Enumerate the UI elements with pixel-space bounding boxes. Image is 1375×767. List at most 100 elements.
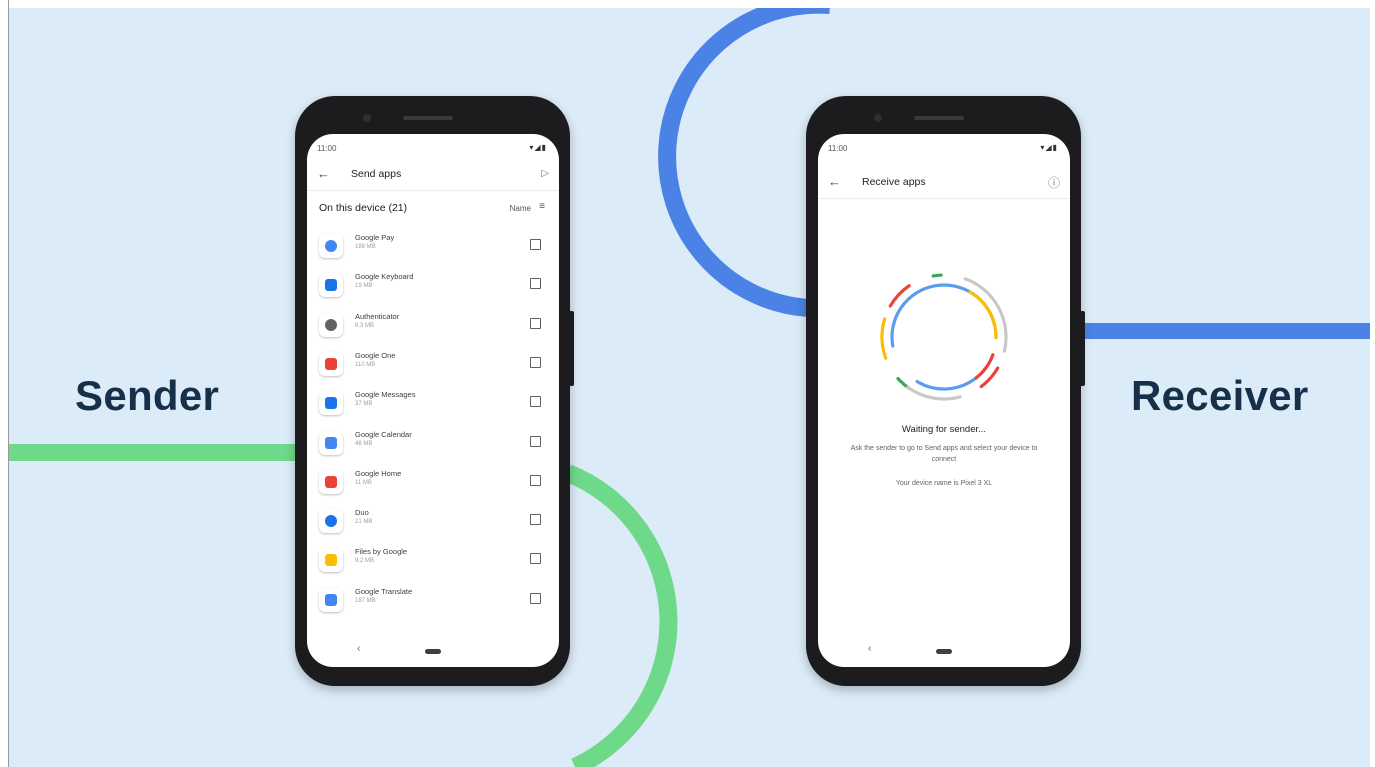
frame-right: [1370, 0, 1375, 767]
spinner-inner-red: [890, 283, 998, 391]
spinner-outer-green: [880, 273, 1008, 401]
app-name: Google One: [355, 350, 396, 360]
app-checkbox[interactable]: [530, 474, 541, 486]
blue-line: [1078, 323, 1375, 339]
app-checkbox[interactable]: [530, 317, 541, 329]
spinner-outer-grey: [880, 273, 1008, 401]
app-name: Duo: [355, 508, 369, 518]
status-icons: ▾◢▮: [529, 143, 547, 152]
frame-left: [0, 0, 9, 767]
back-icon[interactable]: ←: [828, 174, 841, 189]
list-item[interactable]: Google Keyboard 19 MB: [307, 269, 559, 308]
waiting-spinner-icon: [880, 273, 1008, 401]
receiver-screen: 11:00 ▾◢▮ ← Receive apps ⓘ Waiting for s…: [818, 134, 1070, 667]
app-checkbox[interactable]: [530, 592, 541, 604]
list-item[interactable]: Google Calendar 48 MB: [307, 427, 559, 466]
earpiece-speaker: [403, 116, 453, 120]
earpiece-speaker: [914, 116, 964, 120]
green-arc: [564, 464, 678, 767]
app-size: 37 MB: [355, 401, 373, 408]
nav-back-icon[interactable]: ‹: [868, 643, 871, 654]
app-checkbox[interactable]: [530, 514, 541, 526]
spinner-outer-red: [880, 273, 1008, 401]
app-name: Google Calendar: [355, 429, 412, 439]
spinner-inner-blue: [890, 283, 998, 391]
app-checkbox[interactable]: [530, 278, 541, 290]
back-icon[interactable]: ←: [317, 166, 330, 181]
receiver-label: Receiver: [1131, 372, 1309, 419]
google-keyboard-icon: [319, 273, 343, 298]
receiver-phone: 11:00 ▾◢▮ ← Receive apps ⓘ Waiting for s…: [806, 96, 1085, 686]
app-size: 188 MB: [355, 244, 376, 250]
sort-label[interactable]: Name: [510, 204, 531, 213]
app-name: Authenticator: [355, 311, 400, 321]
info-icon[interactable]: ⓘ: [1048, 174, 1060, 191]
sender-label: Sender: [75, 372, 220, 419]
authenticator-icon: [319, 312, 343, 337]
status-icons: ▾◢▮: [1040, 143, 1058, 152]
spinner-inner-yellow: [890, 283, 998, 391]
app-size: 19 MB: [355, 283, 373, 290]
spinner-outer-green-2: [880, 273, 1008, 401]
app-size: 21 MB: [355, 519, 373, 526]
list-item[interactable]: Google Pay 188 MB: [307, 230, 559, 269]
device-name-text: Your device name is Pixel 3 XL: [895, 480, 993, 487]
front-camera: [363, 114, 371, 122]
power-button: [1081, 311, 1085, 386]
status-time: 11:00: [317, 144, 337, 153]
list-item[interactable]: Files by Google 9.2 MB: [307, 544, 559, 583]
sort-icon[interactable]: ≡: [539, 201, 545, 212]
list-item[interactable]: Duo 21 MB: [307, 505, 559, 544]
power-button: [570, 311, 574, 386]
frame-top: [0, 0, 1375, 8]
appbar-divider: [307, 190, 559, 191]
nav-home-button[interactable]: [425, 649, 441, 654]
app-name: Google Messages: [355, 390, 416, 400]
app-size: 9.2 MB: [355, 558, 375, 565]
spinner-inner-blue-2: [890, 283, 998, 391]
duo-icon: [319, 509, 343, 534]
sender-screen: 11:00 ▾◢▮ ← Send apps ▷ On this device (…: [307, 134, 559, 667]
nav-home-button[interactable]: [936, 649, 952, 654]
status-time: 11:00: [828, 144, 848, 153]
files-by-google-icon: [319, 548, 343, 573]
app-checkbox[interactable]: [530, 239, 541, 250]
app-size: 11 MB: [355, 479, 372, 486]
list-item[interactable]: Google Translate 187 MB: [307, 584, 559, 623]
page-title: Receive apps: [862, 176, 926, 188]
google-pay-icon: [319, 234, 343, 258]
waiting-description: Ask the sender to go to Send apps and se…: [850, 445, 1038, 463]
green-line: [0, 444, 300, 461]
app-name: Google Keyboard: [355, 272, 414, 282]
google-translate-icon: [319, 587, 343, 612]
google-calendar-icon: [319, 430, 343, 455]
section-title: On this device (21): [319, 202, 408, 214]
page-title: Send apps: [351, 168, 402, 180]
send-icon[interactable]: ▷: [541, 168, 549, 179]
app-name: Google Translate: [355, 586, 413, 596]
spinner-outer-yellow: [880, 273, 1008, 401]
app-checkbox[interactable]: [530, 435, 541, 447]
list-item[interactable]: Google One 110 MB: [307, 348, 559, 387]
google-messages-icon: [319, 391, 343, 416]
app-size: 8.3 MB: [355, 322, 375, 329]
nav-back-icon[interactable]: ‹: [357, 643, 360, 654]
front-camera: [874, 114, 882, 122]
app-size: 110 MB: [355, 361, 376, 368]
app-checkbox[interactable]: [530, 356, 541, 368]
appbar-divider: [818, 198, 1070, 199]
list-item[interactable]: Google Home 11 MB: [307, 466, 559, 505]
sender-phone: 11:00 ▾◢▮ ← Send apps ▷ On this device (…: [295, 96, 574, 686]
google-home-icon: [319, 469, 343, 494]
app-checkbox[interactable]: [530, 396, 541, 408]
app-name: Files by Google: [355, 547, 408, 557]
list-item[interactable]: Google Messages 37 MB: [307, 387, 559, 426]
app-name: Google Pay: [355, 233, 395, 242]
list-item[interactable]: Authenticator 8.3 MB: [307, 309, 559, 348]
waiting-title: Waiting for sender...: [901, 424, 987, 435]
app-name: Google Home: [355, 468, 402, 478]
google-one-icon: [319, 351, 343, 376]
spinner-outer-grey-2: [880, 273, 1008, 401]
app-checkbox[interactable]: [530, 553, 541, 565]
app-size: 48 MB: [355, 440, 373, 447]
